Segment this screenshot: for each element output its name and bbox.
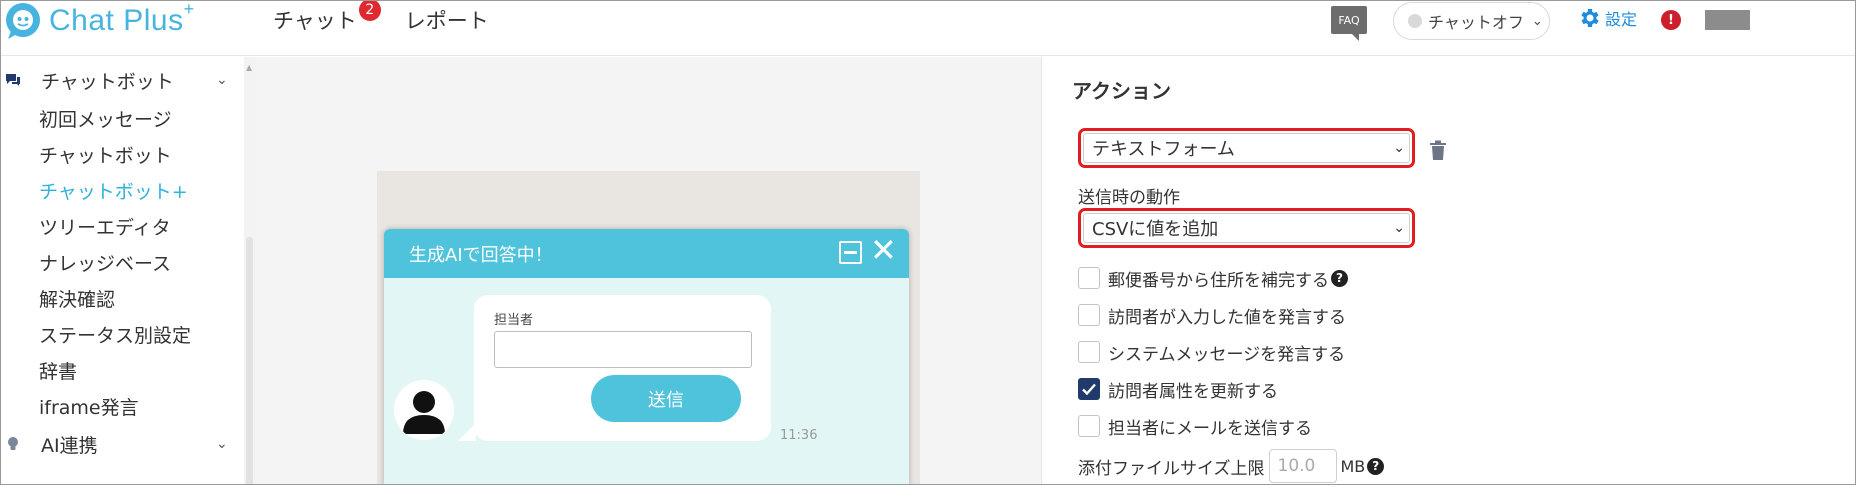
settings-label: 設定	[1605, 10, 1638, 29]
on-send-select-highlight: CSVに値を追加 ⌄	[1078, 208, 1415, 248]
alert-icon[interactable]: !	[1661, 10, 1681, 30]
top-header: Chat Plus+ チャット 2 レポート FAQ チャットオフ ⌄ 設定 !	[1, 1, 1855, 56]
chevron-down-icon: ⌄	[1531, 13, 1543, 29]
action-type-select[interactable]: テキストフォーム ⌄	[1083, 133, 1410, 163]
attachment-size-input[interactable]: 10.0	[1268, 449, 1337, 483]
system-message-checkbox[interactable]	[1078, 341, 1100, 363]
sidebar-item-chatbot[interactable]: チャットボット	[39, 141, 172, 168]
sidebar-item-dictionary[interactable]: 辞書	[39, 357, 77, 384]
postal-autocomplete-checkbox[interactable]	[1078, 267, 1100, 289]
sidebar: チャットボット ⌄ 初回メッセージ チャットボット チャットボット+ ツリーエデ…	[1, 57, 244, 484]
sidebar-item-status-settings[interactable]: ステータス別設定	[39, 321, 191, 348]
sidebar-section-chatbot[interactable]: チャットボット ⌄	[1, 65, 244, 95]
app-frame: Chat Plus+ チャット 2 レポート FAQ チャットオフ ⌄ 設定 !	[0, 0, 1856, 485]
action-select-highlight: テキストフォーム ⌄	[1078, 128, 1415, 168]
trash-icon[interactable]	[1429, 140, 1447, 160]
check-row-update-attributes[interactable]: 訪問者属性を更新する	[1078, 376, 1278, 402]
main-nav: チャット 2 レポート	[273, 1, 489, 35]
sidebar-item-iframe[interactable]: iframe発言	[39, 393, 139, 420]
nav-report[interactable]: レポート	[405, 5, 489, 35]
check-label: 訪問者が入力した値を発言する	[1108, 307, 1346, 328]
field-label: 担当者	[494, 313, 534, 328]
chevron-down-icon: ⌄	[1393, 220, 1405, 236]
sidebar-item-chatbot-plus[interactable]: チャットボット+	[39, 177, 188, 204]
on-send-label: 送信時の動作	[1078, 188, 1180, 208]
check-label: 郵便番号から住所を補完する	[1108, 270, 1329, 291]
attachment-size-row: 添付ファイルサイズ上限 10.0 MB ?	[1078, 449, 1385, 483]
faq-icon[interactable]: FAQ	[1331, 6, 1367, 41]
check-row-postal[interactable]: 郵便番号から住所を補完する ?	[1078, 265, 1348, 291]
settings-link[interactable]: 設定	[1577, 6, 1637, 30]
sidebar-section-label: AI連携	[41, 434, 98, 457]
chat-count-badge: 2	[358, 1, 381, 21]
check-label: 訪問者属性を更新する	[1108, 381, 1278, 402]
minimize-icon[interactable]	[839, 241, 862, 264]
chat-status-dropdown[interactable]: チャットオフ ⌄	[1393, 2, 1550, 40]
help-icon[interactable]: ?	[1331, 269, 1348, 287]
chat-window-preview: 生成AIで回答中！ ✕ 担当者 送信 11:36	[384, 229, 909, 484]
chat-status-label: チャットオフ	[1428, 13, 1524, 32]
check-label: 担当者にメールを送信する	[1108, 418, 1312, 439]
chevron-down-icon: ⌄	[1393, 140, 1405, 156]
check-row-echo-input[interactable]: 訪問者が入力した値を発言する	[1078, 302, 1346, 328]
action-panel: アクション テキストフォーム ⌄ 送信時の動作 CSVに値を追加 ⌄ 郵便番号か…	[1041, 57, 1855, 484]
close-icon[interactable]: ✕	[870, 234, 897, 266]
chat-window-header: 生成AIで回答中！ ✕	[384, 229, 909, 278]
lightbulb-icon	[8, 437, 18, 450]
gear-icon	[1581, 9, 1599, 27]
checkmark-icon	[1082, 383, 1096, 396]
avatar-icon	[394, 380, 454, 440]
check-row-email[interactable]: 担当者にメールを送信する	[1078, 413, 1312, 439]
send-email-checkbox[interactable]	[1078, 415, 1100, 437]
chat-title: 生成AIで回答中！	[409, 244, 553, 266]
status-dot-icon	[1408, 14, 1422, 28]
form-bubble: 担当者 送信	[458, 295, 771, 441]
sidebar-scrollbar[interactable]: ▲	[244, 57, 256, 484]
sidebar-item-tree-editor[interactable]: ツリーエディタ	[39, 213, 171, 240]
scrollbar-thumb[interactable]	[246, 237, 253, 484]
check-label: システムメッセージを発言する	[1108, 344, 1346, 365]
check-row-system-message[interactable]: システムメッセージを発言する	[1078, 339, 1345, 365]
update-attributes-checkbox[interactable]	[1078, 378, 1100, 400]
action-type-value: テキストフォーム	[1092, 139, 1235, 160]
nav-chat-label: チャット	[273, 9, 357, 33]
message-time: 11:36	[780, 428, 818, 443]
on-send-value: CSVに値を追加	[1092, 219, 1219, 240]
logo[interactable]: Chat Plus+	[3, 1, 195, 41]
chat-icon	[6, 74, 20, 86]
sidebar-section-label: チャットボット	[41, 70, 174, 93]
logo-text: Chat Plus+	[49, 0, 195, 37]
assignee-input[interactable]	[494, 331, 752, 368]
on-send-select[interactable]: CSVに値を追加 ⌄	[1083, 213, 1410, 243]
sidebar-section-ai[interactable]: AI連携 ⌄	[1, 429, 244, 459]
chevron-down-icon: ⌄	[216, 436, 228, 452]
send-button[interactable]: 送信	[591, 375, 741, 422]
attachment-size-unit: MB	[1340, 456, 1366, 476]
sidebar-item-resolution-check[interactable]: 解決確認	[39, 285, 115, 312]
chevron-down-icon: ⌄	[216, 72, 228, 88]
echo-input-checkbox[interactable]	[1078, 304, 1100, 326]
sidebar-item-first-message[interactable]: 初回メッセージ	[39, 105, 172, 132]
panel-title: アクション	[1072, 79, 1171, 103]
nav-chat[interactable]: チャット 2	[273, 1, 381, 35]
attachment-size-label: 添付ファイルサイズ上限	[1078, 458, 1265, 479]
scroll-up-icon: ▲	[246, 63, 253, 72]
user-avatar[interactable]	[1705, 10, 1750, 30]
chatplus-logo-icon	[6, 3, 40, 39]
sidebar-item-knowledge-base[interactable]: ナレッジベース	[39, 249, 171, 276]
help-icon[interactable]: ?	[1367, 457, 1385, 475]
nav-report-label: レポート	[404, 9, 489, 33]
